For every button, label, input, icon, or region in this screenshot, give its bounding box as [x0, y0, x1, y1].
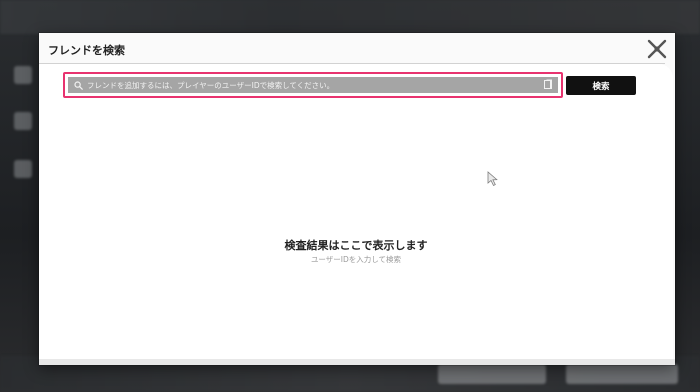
close-button[interactable]	[645, 37, 669, 61]
background-button	[438, 364, 546, 384]
dialog-content: 検索 検査結果はここで表示します ユーザーIDを入力して検索	[39, 64, 673, 359]
result-subtitle: ユーザーIDを入力して検索	[310, 255, 402, 264]
friend-search-dialog: フレンドを検索 フレンドを追加するには、プレイヤーのユーザーIDで検索してくださ…	[39, 33, 675, 365]
background-icon	[14, 112, 32, 130]
search-field[interactable]	[68, 77, 558, 93]
dialog-title: フレンドを検索	[48, 44, 125, 57]
background-button	[566, 364, 678, 384]
mouse-cursor-icon	[487, 171, 498, 187]
search-input[interactable]	[87, 78, 543, 92]
search-button[interactable]: 検索	[566, 76, 636, 95]
game-screen: フレンドを検索 フレンドを追加するには、プレイヤーのユーザーIDで検索してくださ…	[0, 0, 700, 392]
paste-icon[interactable]	[543, 79, 553, 91]
close-icon	[647, 39, 667, 59]
background-icon	[14, 160, 32, 178]
search-icon	[74, 80, 83, 90]
background-icon	[14, 66, 32, 84]
result-title: 検査結果はここで表示します	[284, 239, 428, 252]
search-highlight	[63, 72, 563, 98]
background-top-bar	[0, 0, 700, 34]
